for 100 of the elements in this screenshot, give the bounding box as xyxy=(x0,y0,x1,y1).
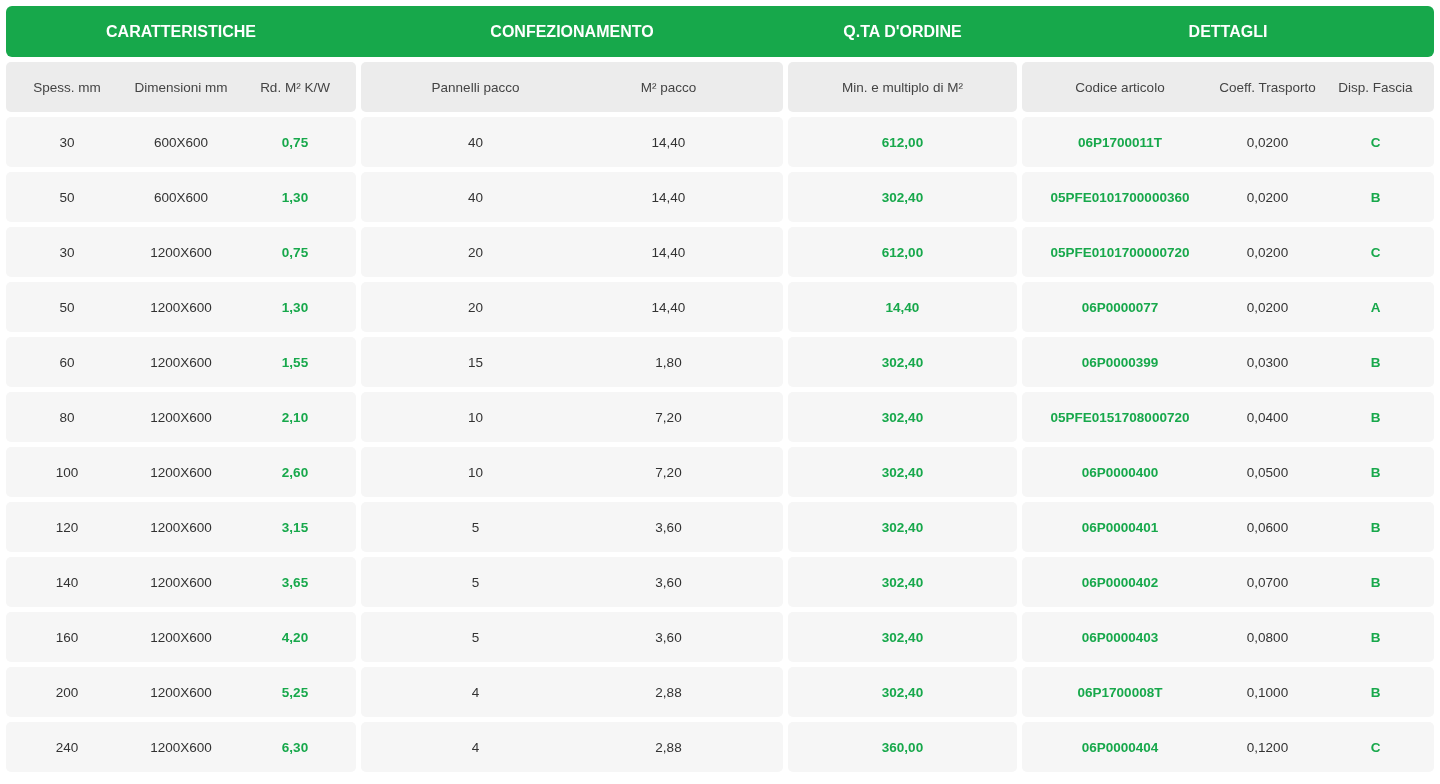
table-cell: 05PFE0101700000720 xyxy=(1050,244,1190,260)
table-cell: A xyxy=(1370,299,1381,315)
table-cell: 1,55 xyxy=(281,354,309,370)
table-cell: 0,0200 xyxy=(1246,299,1289,315)
table-cell: 06P0000402 xyxy=(1081,574,1159,590)
table-cell: C xyxy=(1370,739,1381,755)
table-cell: 40 xyxy=(468,134,483,150)
table-cell: 14,40 xyxy=(651,189,686,205)
table-cell: 0,75 xyxy=(281,134,309,150)
table-cell: 1200X600 xyxy=(150,739,212,755)
column-header: Pannelli pacco xyxy=(431,79,520,95)
table-cell: 06P0000404 xyxy=(1081,739,1159,755)
table-cell: 2,10 xyxy=(281,409,309,425)
table-cell: 0,0300 xyxy=(1246,354,1289,370)
table-cell: 40 xyxy=(468,189,483,205)
table-cell: 612,00 xyxy=(881,244,924,260)
table-cell: 06P0000399 xyxy=(1081,354,1159,370)
table-cell: B xyxy=(1370,574,1381,590)
table-cell: 2,88 xyxy=(655,684,682,700)
table-cell: B xyxy=(1370,684,1381,700)
table-cell: 1200X600 xyxy=(150,354,212,370)
table-cell: 14,40 xyxy=(651,244,686,260)
table-cell: 3,60 xyxy=(655,574,682,590)
table-cell: 06P1700008T xyxy=(1077,684,1163,700)
table-cell: 302,40 xyxy=(881,354,924,370)
table-cell: 0,75 xyxy=(281,244,309,260)
table-cell: B xyxy=(1370,464,1381,480)
group-title: Q.TA D'ORDINE xyxy=(843,22,962,41)
table-cell: 0,0800 xyxy=(1246,629,1289,645)
table-cell: 10 xyxy=(468,409,483,425)
table-cell: 14,40 xyxy=(651,134,686,150)
table-cell: 0,0400 xyxy=(1246,409,1289,425)
table-cell: 06P0000077 xyxy=(1081,299,1159,315)
table-cell: 0,0200 xyxy=(1246,244,1289,260)
table-cell: 6,30 xyxy=(281,739,309,755)
column-header: Coeff. Trasporto xyxy=(1219,79,1316,95)
table-cell: 0,0700 xyxy=(1246,574,1289,590)
group-title: CARATTERISTICHE xyxy=(106,22,256,41)
table-cell: B xyxy=(1370,629,1381,645)
table-cell: 200 xyxy=(55,684,79,700)
table-cell: 30 xyxy=(59,134,75,150)
table-cell: 360,00 xyxy=(881,739,924,755)
table-cell: 0,0200 xyxy=(1246,189,1289,205)
column-header: Min. e multiplo di M² xyxy=(842,79,963,95)
table-cell: 5 xyxy=(471,574,480,590)
table-cell: B xyxy=(1370,519,1381,535)
table-cell: 120 xyxy=(55,519,79,535)
table-cell: 4 xyxy=(471,684,480,700)
table-cell: 30 xyxy=(59,244,75,260)
table-cell: 302,40 xyxy=(881,519,924,535)
table-cell: 60 xyxy=(59,354,75,370)
group-title: DETTAGLI xyxy=(1188,22,1268,41)
table-cell: 06P1700011T xyxy=(1077,134,1163,150)
table-cell: 302,40 xyxy=(881,189,924,205)
table-cell: B xyxy=(1370,354,1381,370)
table-cell: 1200X600 xyxy=(150,299,212,315)
table-cell: 1200X600 xyxy=(150,684,212,700)
column-header: M² pacco xyxy=(640,79,697,95)
table-cell: 2,60 xyxy=(281,464,309,480)
table-cell: B xyxy=(1370,189,1381,205)
table-cell: 50 xyxy=(59,189,75,205)
table-cell: 0,0600 xyxy=(1246,519,1289,535)
table-cell: 240 xyxy=(55,739,79,755)
table-cell: 140 xyxy=(55,574,79,590)
table-cell: 1200X600 xyxy=(150,519,212,535)
table-cell: 1200X600 xyxy=(150,409,212,425)
table-cell: 3,65 xyxy=(281,574,309,590)
table-cell: 7,20 xyxy=(655,409,682,425)
group-title: CONFEZIONAMENTO xyxy=(490,22,654,41)
table-cell: 3,60 xyxy=(655,629,682,645)
table-cell: 15 xyxy=(468,354,483,370)
table-cell: 302,40 xyxy=(881,574,924,590)
table-cell: 06P0000400 xyxy=(1081,464,1159,480)
table-cell: 1,30 xyxy=(281,299,309,315)
table-cell: 0,1200 xyxy=(1246,739,1289,755)
table-cell: 600X600 xyxy=(153,134,209,150)
table-cell: 3,15 xyxy=(281,519,309,535)
table-cell: 4 xyxy=(471,739,480,755)
table-cell: 100 xyxy=(55,464,79,480)
table-cell: 302,40 xyxy=(881,464,924,480)
column-header: Disp. Fascia xyxy=(1338,79,1413,95)
table-cell: 4,20 xyxy=(281,629,309,645)
table-cell: 0,1000 xyxy=(1246,684,1289,700)
column-header: Spess. mm xyxy=(33,79,101,95)
table-cell: 20 xyxy=(468,244,483,260)
table-cell: C xyxy=(1370,134,1381,150)
table-cell: 1200X600 xyxy=(150,574,212,590)
table-cell: 05PFE0101700000360 xyxy=(1050,189,1190,205)
table-cell: 1,80 xyxy=(655,354,682,370)
table-cell: 1200X600 xyxy=(150,629,212,645)
column-header: Rd. M² K/W xyxy=(260,79,330,95)
table-cell: 3,60 xyxy=(655,519,682,535)
table-cell: 50 xyxy=(59,299,75,315)
table-cell: 20 xyxy=(468,299,483,315)
table-cell: 1200X600 xyxy=(150,244,212,260)
table-cell: 14,40 xyxy=(651,299,686,315)
table-cell: 14,40 xyxy=(885,299,920,315)
table-cell: 7,20 xyxy=(655,464,682,480)
table-cell: 302,40 xyxy=(881,409,924,425)
table-cell: 612,00 xyxy=(881,134,924,150)
